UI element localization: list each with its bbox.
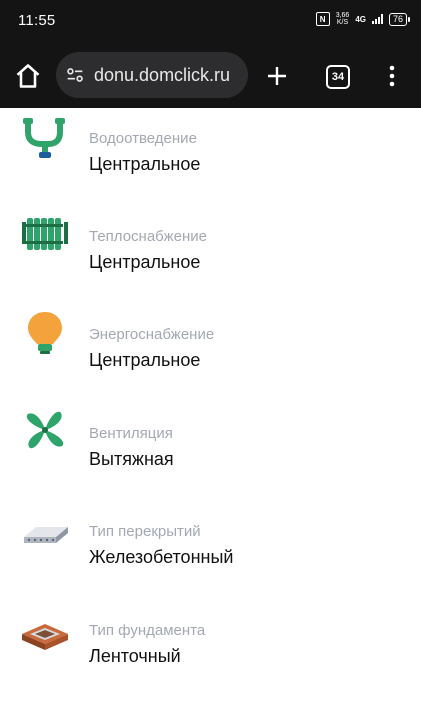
- list-item: Водоотведение Центральное: [0, 110, 421, 174]
- tab-switcher-button[interactable]: 34: [326, 65, 350, 89]
- item-value: Центральное: [89, 154, 201, 174]
- list-item: Теплоснабжение Центральное: [0, 208, 421, 272]
- more-menu-icon[interactable]: [388, 64, 396, 88]
- status-icons: N 3,66 K/S 4G 76: [315, 12, 411, 26]
- lightbulb-icon: [28, 312, 62, 354]
- item-label: Вентиляция: [89, 425, 173, 442]
- new-tab-icon[interactable]: [265, 64, 289, 88]
- item-label: Тип фундамента: [89, 622, 206, 639]
- drain-pipe-icon: [23, 118, 65, 158]
- list-item: Тип фундамента Ленточный: [0, 602, 421, 666]
- home-icon[interactable]: [14, 62, 42, 90]
- item-value: Вытяжная: [89, 449, 174, 469]
- item-label: Водоотведение: [89, 130, 197, 147]
- network-speed: 3,66 K/S: [335, 12, 350, 26]
- slab-icon: [24, 527, 68, 543]
- item-value: Центральное: [89, 350, 201, 370]
- item-value: Центральное: [89, 252, 201, 272]
- list-item: Энергоснабжение Центральное: [0, 306, 421, 370]
- url-text[interactable]: donu.domclick.ru: [94, 65, 230, 86]
- item-label: Энергоснабжение: [89, 326, 215, 343]
- radiator-icon: [22, 218, 68, 250]
- item-label: Тип перекрытий: [89, 523, 201, 540]
- list-item: Тип перекрытий Железобетонный: [0, 503, 421, 567]
- nfc-icon: N: [315, 12, 330, 26]
- foundation-icon: [22, 624, 68, 650]
- list-item: Вентиляция Вытяжная: [0, 405, 421, 469]
- item-value: Железобетонный: [89, 547, 234, 567]
- battery-icon: 76: [388, 12, 411, 26]
- status-time: 11:55: [18, 12, 56, 29]
- signal-icon: [371, 14, 383, 24]
- item-label: Теплоснабжение: [89, 228, 207, 245]
- item-value: Ленточный: [89, 646, 181, 666]
- browser-toolbar: donu.domclick.ru 34: [0, 40, 421, 108]
- address-bar[interactable]: donu.domclick.ru: [56, 52, 248, 98]
- fan-icon: [26, 411, 64, 449]
- status-bar: 11:55 N 3,66 K/S 4G 76: [0, 0, 421, 40]
- site-settings-icon[interactable]: [64, 64, 86, 86]
- network-type: 4G: [355, 14, 366, 24]
